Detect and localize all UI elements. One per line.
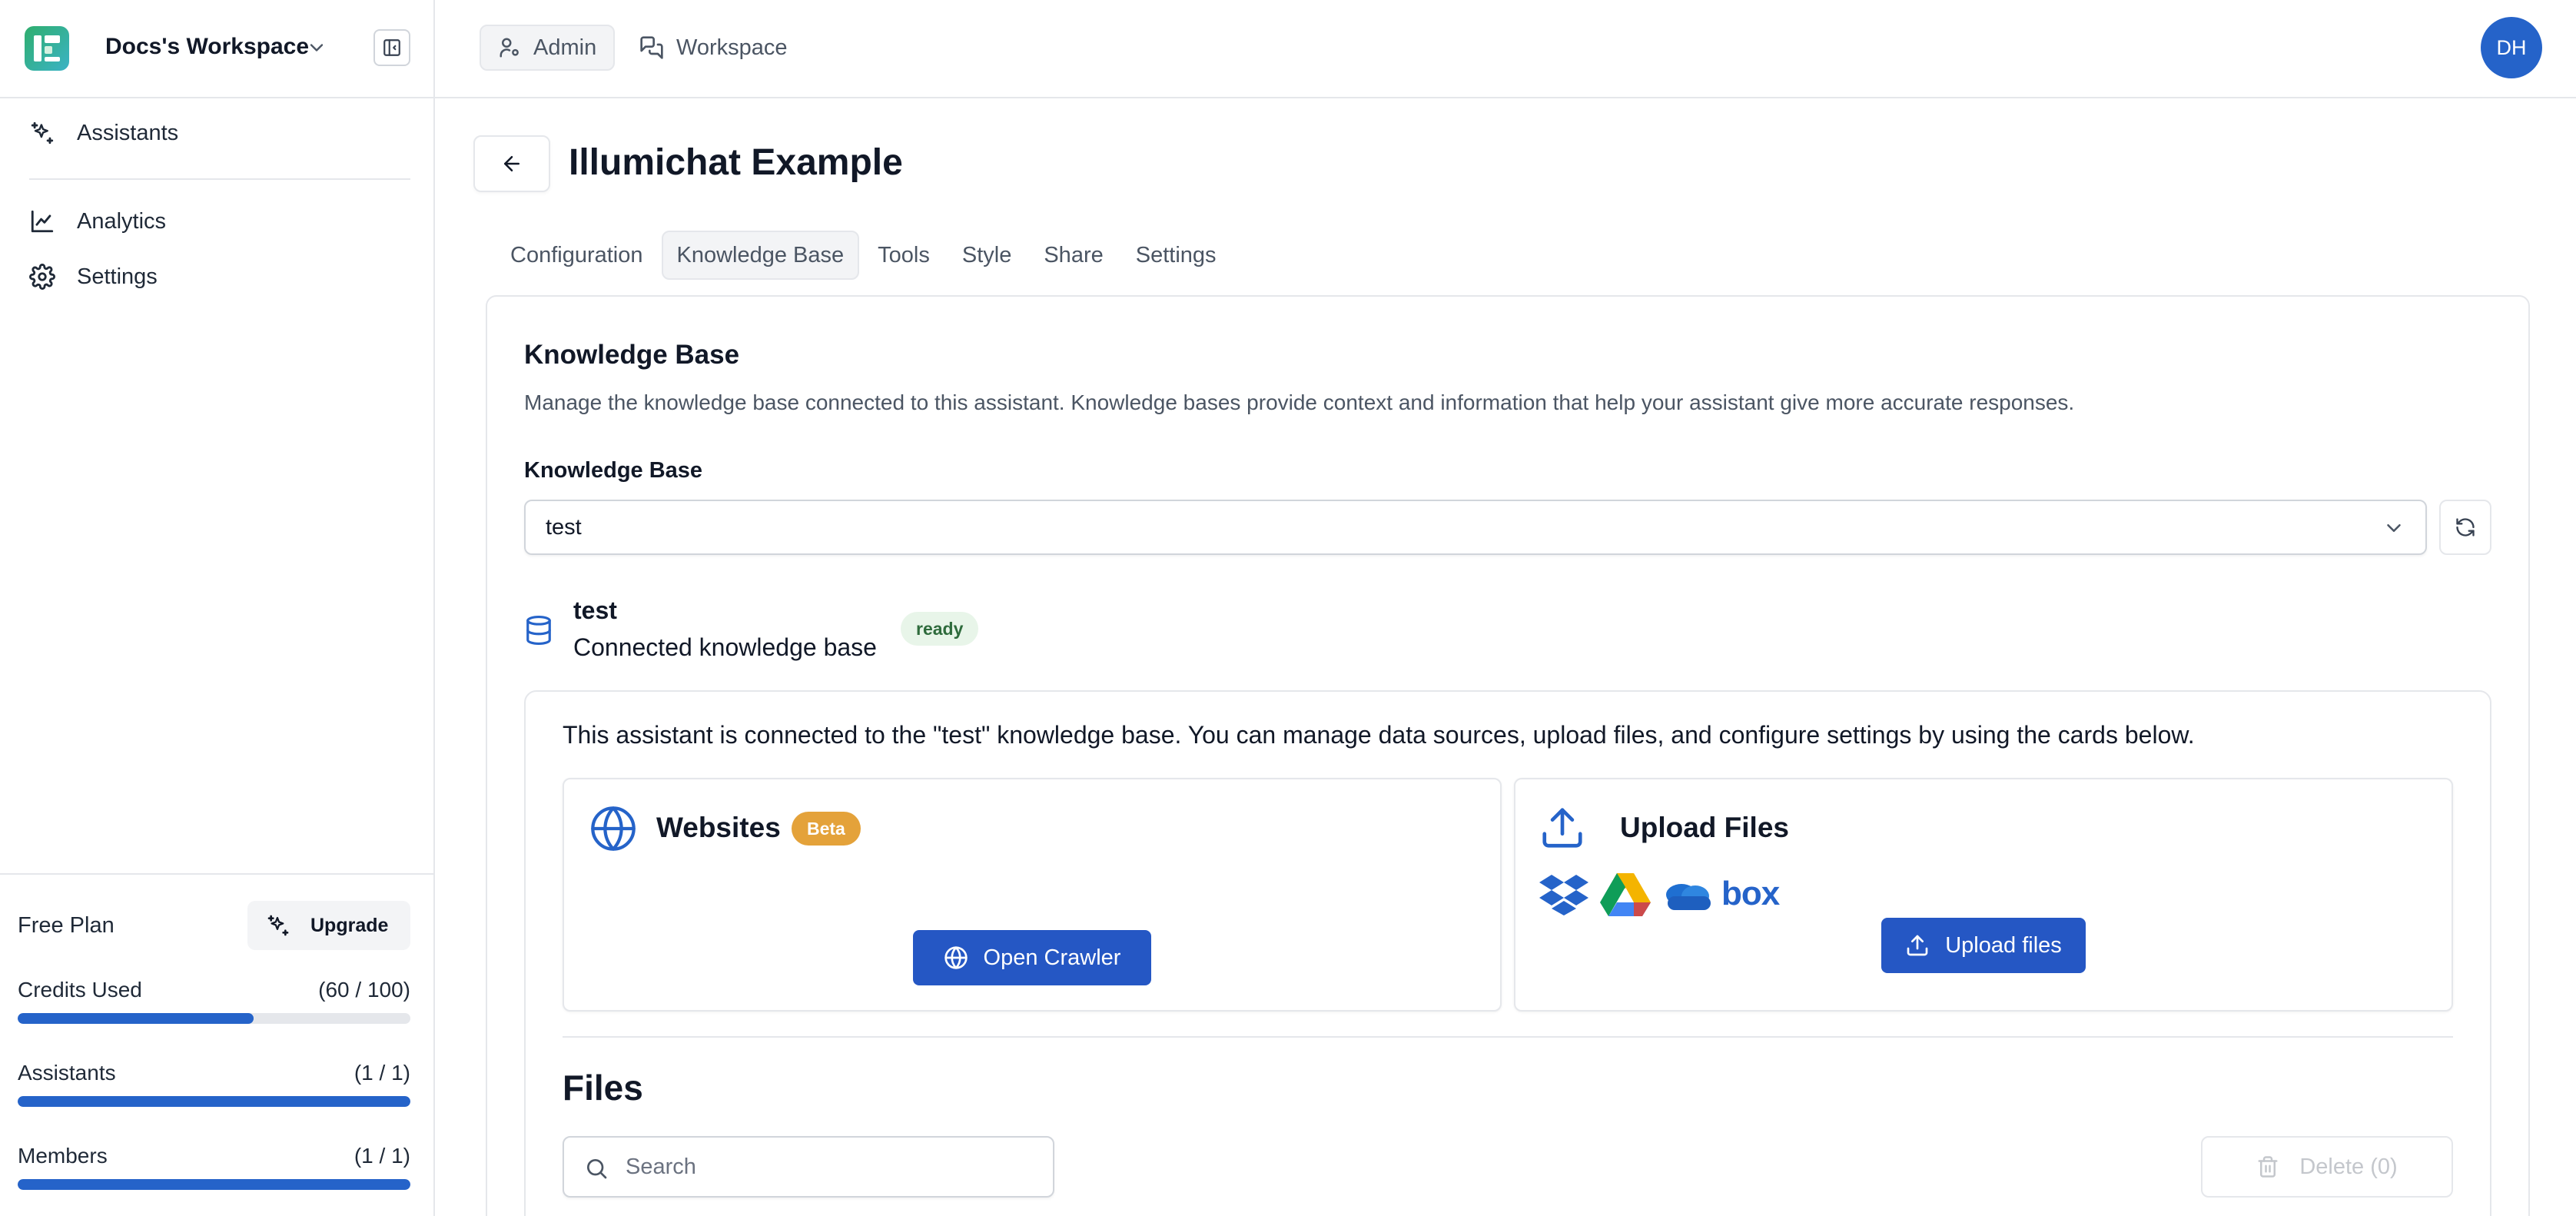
assistant-tabs: Configuration Knowledge Base Tools Style… <box>496 231 1235 280</box>
progress-bar <box>18 1013 410 1024</box>
gear-icon <box>29 264 55 290</box>
meter-label: Members <box>18 1144 108 1168</box>
section-description: Manage the knowledge base connected to t… <box>524 390 2075 414</box>
delete-button[interactable]: Delete (0) <box>2201 1136 2453 1198</box>
page-title: Illumichat Example <box>569 142 903 183</box>
onedrive-icon[interactable] <box>1661 878 1714 912</box>
open-crawler-button[interactable]: Open Crawler <box>913 930 1151 985</box>
meter-value: (1 / 1) <box>354 1061 410 1085</box>
sidebar-item-assistants[interactable]: Assistants <box>29 120 178 146</box>
button-label: Open Crawler <box>983 945 1121 970</box>
assistants-meter: Assistants (1 / 1) <box>18 1061 410 1107</box>
chat-bubbles-icon <box>640 36 663 59</box>
tab-style[interactable]: Style <box>948 231 1025 280</box>
back-button[interactable] <box>473 135 550 192</box>
search-icon <box>584 1156 609 1181</box>
websites-title: Websites <box>656 812 781 843</box>
members-meter: Members (1 / 1) <box>18 1144 410 1190</box>
button-label: Upload files <box>1945 932 2062 958</box>
tab-workspace[interactable]: Workspace <box>622 25 805 71</box>
chevron-down-icon[interactable] <box>306 37 327 58</box>
meter-label: Assistants <box>18 1061 116 1085</box>
trash-icon <box>2258 1156 2278 1178</box>
kb-info-message: This assistant is connected to the "test… <box>563 721 2195 749</box>
progress-fill <box>18 1096 410 1107</box>
divider <box>563 1036 2453 1038</box>
progress-fill <box>18 1013 254 1024</box>
connected-kb-subtitle: Connected knowledge base <box>573 633 877 661</box>
meter-value: (60 / 100) <box>318 978 410 1002</box>
plan-name: Free Plan <box>18 913 115 938</box>
workspace-name[interactable]: Docs's Workspace <box>105 34 309 60</box>
field-label: Knowledge Base <box>524 458 703 483</box>
status-badge: ready <box>901 612 979 646</box>
upload-files-title: Upload Files <box>1620 812 1789 843</box>
meter-value: (1 / 1) <box>354 1144 410 1168</box>
upgrade-label: Upgrade <box>310 914 389 936</box>
sidebar-item-settings[interactable]: Settings <box>29 264 158 290</box>
top-bar: Admin Workspace <box>435 0 2576 98</box>
google-drive-icon[interactable] <box>1600 872 1651 916</box>
plan-section: Free Plan Upgrade Credits Used (60 / 100… <box>0 873 433 1216</box>
workspace-header: Docs's Workspace <box>0 0 433 98</box>
delete-label: Delete (0) <box>2299 1154 2398 1179</box>
sidebar: Docs's Workspace Assistants Analytics Se… <box>0 0 435 1216</box>
avatar[interactable]: DH <box>2481 17 2542 78</box>
meter-label: Credits Used <box>18 978 142 1002</box>
dropbox-icon[interactable] <box>1539 873 1589 916</box>
arrow-left-icon <box>504 156 520 171</box>
upload-icon <box>1907 935 1928 956</box>
upload-files-button[interactable]: Upload files <box>1881 918 2086 973</box>
tab-label: Workspace <box>676 35 788 60</box>
refresh-button[interactable] <box>2439 500 2491 555</box>
beta-badge: Beta <box>792 812 861 846</box>
upgrade-button[interactable]: Upgrade <box>247 901 410 950</box>
box-icon[interactable]: box <box>1721 875 1780 913</box>
connected-kb-name: test <box>573 596 617 624</box>
sidebar-item-label: Assistants <box>77 120 179 145</box>
sidebar-item-analytics[interactable]: Analytics <box>29 208 166 234</box>
tab-settings[interactable]: Settings <box>1122 231 1230 280</box>
credits-meter: Credits Used (60 / 100) <box>18 978 410 1024</box>
globe-icon <box>589 804 638 853</box>
sparkles-icon <box>267 915 289 936</box>
tab-knowledge-base[interactable]: Knowledge Base <box>661 231 860 280</box>
chevron-down-icon <box>2382 517 2405 540</box>
tab-share[interactable]: Share <box>1030 231 1117 280</box>
sidebar-item-label: Analytics <box>77 208 167 234</box>
knowledge-base-select[interactable]: test <box>524 500 2427 555</box>
panel-left-icon <box>383 39 400 56</box>
tab-tools[interactable]: Tools <box>864 231 944 280</box>
user-cog-icon <box>500 38 519 58</box>
file-search[interactable] <box>563 1136 1054 1198</box>
sidebar-item-label: Settings <box>77 264 158 289</box>
database-icon <box>524 613 553 647</box>
workspace-logo-icon <box>25 26 69 71</box>
search-input[interactable] <box>626 1151 1033 1182</box>
sidebar-toggle-button[interactable] <box>373 29 410 66</box>
sidebar-divider <box>29 178 410 180</box>
line-chart-icon <box>29 208 55 234</box>
progress-bar <box>18 1179 410 1190</box>
selected-value: test <box>546 515 582 540</box>
sparkles-icon <box>29 120 55 146</box>
refresh-icon <box>2456 518 2475 537</box>
upload-icon <box>1539 804 1586 852</box>
progress-bar <box>18 1096 410 1107</box>
tab-label: Admin <box>533 35 597 60</box>
tab-admin[interactable]: Admin <box>480 25 616 71</box>
progress-fill <box>18 1179 410 1190</box>
tab-configuration[interactable]: Configuration <box>496 231 657 280</box>
globe-icon <box>944 946 968 969</box>
section-heading: Knowledge Base <box>524 340 740 370</box>
files-heading: Files <box>563 1068 643 1108</box>
